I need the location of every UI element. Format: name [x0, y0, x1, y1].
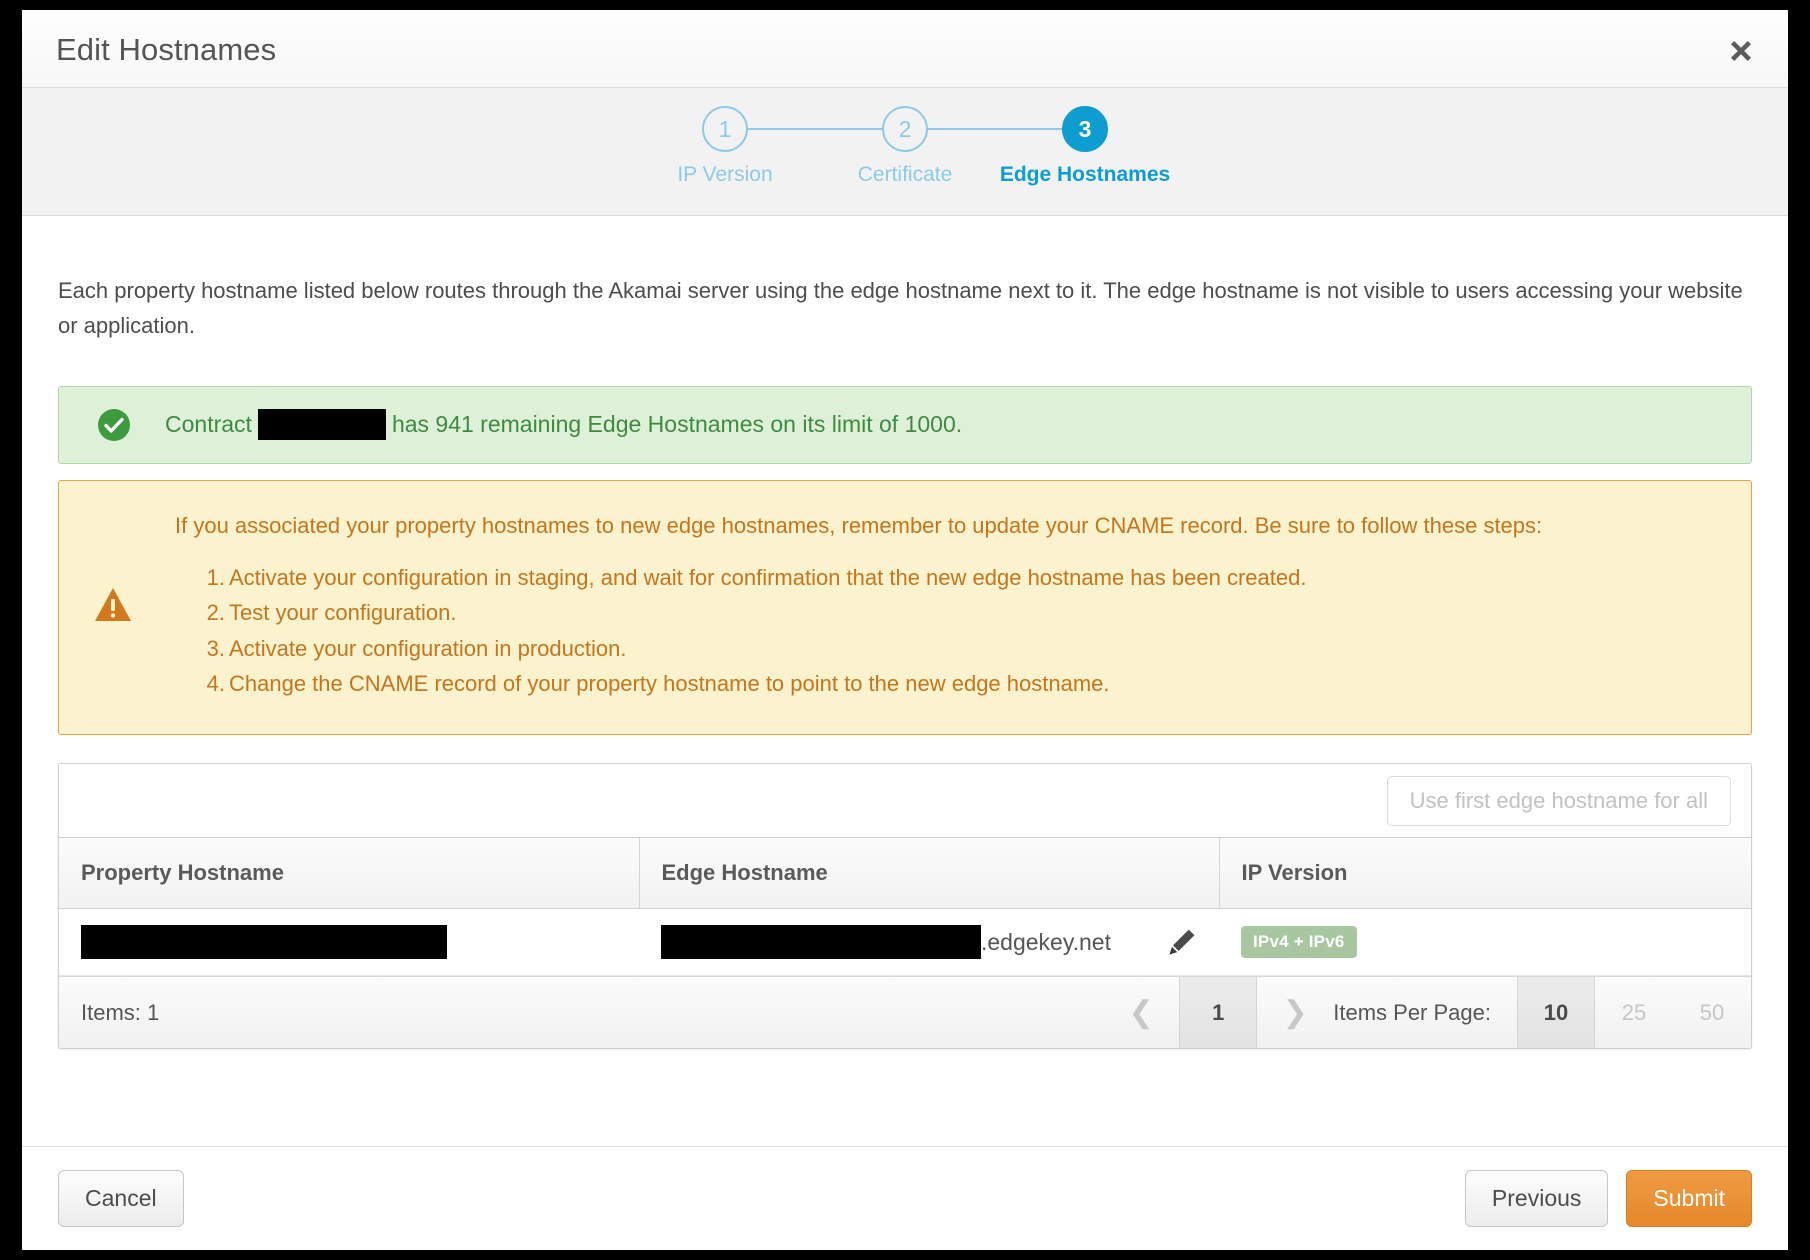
table-pagination: Items: 1 ❮ 1 ❯ Items Per Page: 10 25 50 [59, 976, 1751, 1048]
redacted-edge-hostname [661, 925, 981, 959]
contract-label: Contract [165, 411, 252, 437]
warning-step-text: Activate your configuration in productio… [229, 635, 627, 661]
dialog-body: Each property hostname listed below rout… [22, 274, 1788, 1049]
warning-step-item: 3. Activate your configuration in produc… [207, 631, 1542, 667]
step-label-2: Certificate [857, 163, 953, 186]
dialog-titlebar: Edit Hostnames [22, 10, 1788, 88]
status-badge: IPv4 + IPv6 [1241, 926, 1357, 958]
edit-hostnames-dialog: Edit Hostnames 1 IP Version 2 Certificat… [22, 10, 1788, 1250]
items-count-label: Items: 1 [81, 999, 160, 1025]
warning-lead-text: If you associated your property hostname… [175, 512, 1543, 538]
chevron-left-icon[interactable]: ❮ [1103, 977, 1179, 1048]
column-header-edge-hostname[interactable]: Edge Hostname [639, 838, 1220, 909]
use-first-edge-hostname-button[interactable]: Use first edge hostname for all [1386, 775, 1731, 826]
warning-step-text: Change the CNAME record of your property… [229, 671, 1110, 697]
submit-button[interactable]: Submit [1626, 1170, 1752, 1227]
redacted-contract-id [257, 409, 386, 440]
page-title: Edit Hostnames [56, 32, 277, 67]
cancel-button[interactable]: Cancel [58, 1170, 184, 1227]
stepper-connector-1 [725, 128, 905, 130]
edge-hostname-suffix: .edgekey.net [980, 928, 1111, 955]
close-icon[interactable] [1720, 30, 1762, 72]
check-circle-icon [97, 408, 131, 442]
stepper-connector-2 [905, 128, 1085, 130]
column-header-ip-version[interactable]: IP Version [1219, 838, 1751, 909]
warning-step-number: 4. [206, 671, 225, 697]
warning-step-item: 2. Test your configuration. [207, 595, 1542, 631]
warning-step-item: 1. Activate your configuration in stagin… [207, 560, 1542, 596]
warning-steps-list: 1. Activate your configuration in stagin… [175, 560, 1542, 703]
page-size-50[interactable]: 50 [1673, 977, 1751, 1048]
intro-text: Each property hostname listed below rout… [58, 278, 1743, 338]
cname-warning-banner: If you associated your property hostname… [58, 479, 1752, 735]
page-size-10[interactable]: 10 [1517, 977, 1595, 1048]
step-number-1: 1 [702, 106, 748, 152]
warning-triangle-icon [93, 585, 133, 625]
items-per-page-label: Items Per Page: [1333, 999, 1491, 1025]
hostnames-table: Property Hostname Edge Hostname IP Versi… [59, 838, 1751, 976]
step-number-3: 3 [1062, 106, 1108, 152]
contract-limit-detail: has 941 remaining Edge Hostnames on its … [391, 411, 963, 437]
dialog-footer: Cancel Previous Submit [22, 1146, 1788, 1250]
page-button-1[interactable]: 1 [1179, 977, 1258, 1048]
pencil-icon[interactable] [1167, 927, 1197, 957]
warning-step-text: Activate your configuration in staging, … [229, 564, 1307, 590]
contract-limit-banner: Contract has 941 remaining Edge Hostname… [58, 385, 1752, 464]
warning-step-number: 2. [206, 600, 225, 626]
table-toolbar: Use first edge hostname for all [59, 764, 1751, 838]
redacted-property-hostname [81, 925, 447, 959]
chevron-right-icon[interactable]: ❯ [1257, 977, 1333, 1048]
cell-ip-version: IPv4 + IPv6 [1219, 908, 1751, 976]
step-label-1: IP Version [677, 163, 773, 186]
table-row: .edgekey.net IPv4 + IPv6 [59, 908, 1751, 976]
table-header-row: Property Hostname Edge Hostname IP Versi… [59, 838, 1751, 909]
page-size-25[interactable]: 25 [1595, 977, 1673, 1048]
previous-button[interactable]: Previous [1464, 1170, 1609, 1227]
column-header-property-hostname[interactable]: Property Hostname [59, 838, 640, 909]
warning-step-item: 4. Change the CNAME record of your prope… [207, 666, 1542, 702]
cell-property-hostname [59, 908, 639, 976]
warning-step-text: Test your configuration. [229, 600, 457, 626]
warning-step-number: 3. [206, 635, 225, 661]
step-number-2: 2 [882, 106, 928, 152]
step-label-3: Edge Hostnames [999, 163, 1171, 186]
wizard-stepper: 1 IP Version 2 Certificate 3 Edge Hostna… [22, 88, 1788, 216]
warning-step-number: 1. [206, 564, 225, 590]
cell-edge-hostname: .edgekey.net [639, 908, 1219, 976]
hostnames-table-panel: Use first edge hostname for all Property… [58, 763, 1752, 1049]
contract-limit-text: Contract has 941 remaining Edge Hostname… [165, 409, 962, 440]
